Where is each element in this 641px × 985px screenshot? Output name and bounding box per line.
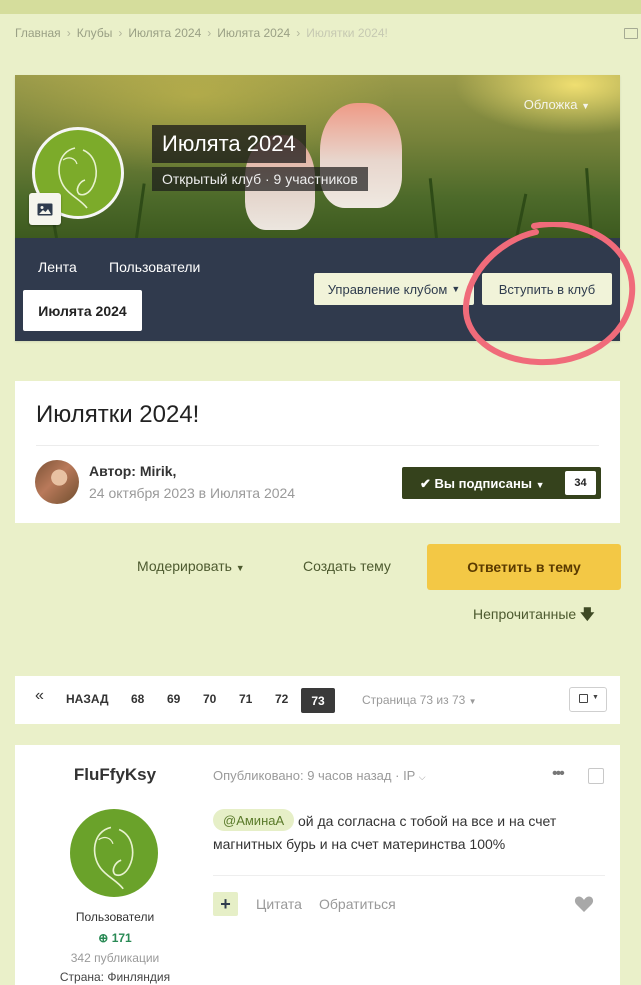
follower-count[interactable]: 34 bbox=[565, 471, 596, 495]
reply-button[interactable]: Ответить в тему bbox=[427, 544, 621, 590]
caret-down-icon: ▼ bbox=[235, 563, 245, 573]
unread-button[interactable]: Непрочитанные 🡇 bbox=[473, 604, 595, 628]
plus-circle-icon: ⊕ bbox=[98, 931, 109, 945]
divider bbox=[213, 875, 605, 876]
club-title: Июлята 2024 bbox=[152, 125, 306, 163]
quote-button[interactable]: Цитата bbox=[256, 896, 302, 912]
topic-date: 24 октября 2023 в Июлята 2024 bbox=[89, 485, 296, 501]
breadcrumb-club[interactable]: Июлята 2024 bbox=[128, 26, 201, 40]
cover-grass bbox=[585, 168, 593, 238]
cover-grass bbox=[428, 178, 438, 238]
follow-label: Вы подписаны bbox=[434, 476, 532, 491]
prev-arrow-icon[interactable]: « bbox=[35, 687, 44, 705]
select-posts-dropdown[interactable]: ▼ bbox=[569, 687, 607, 712]
change-photo-button[interactable] bbox=[29, 193, 61, 225]
cover-grass bbox=[135, 183, 146, 238]
cover-shoe-right bbox=[320, 103, 402, 208]
cover-grass bbox=[515, 193, 528, 238]
breadcrumb-clubs[interactable]: Клубы bbox=[77, 26, 113, 40]
plus-button[interactable]: + bbox=[213, 892, 238, 916]
follow-button[interactable]: ✔ Вы подписаны ▼ 34 bbox=[402, 467, 601, 499]
post-meta: Опубликовано: 9 часов назад · IP ⌵ bbox=[213, 768, 426, 783]
caret-down-icon: ▼ bbox=[468, 697, 477, 706]
page-68[interactable]: 68 bbox=[131, 692, 144, 706]
chevron-right-icon: › bbox=[66, 26, 71, 40]
page-current[interactable]: 73 bbox=[301, 688, 335, 713]
post-author-avatar[interactable] bbox=[70, 809, 158, 897]
moderate-label: Модерировать bbox=[137, 558, 232, 574]
prev-page-button[interactable]: НАЗАД bbox=[66, 692, 109, 706]
chevron-right-icon: › bbox=[118, 26, 123, 40]
author-avatar[interactable] bbox=[35, 460, 79, 504]
post-text-line: магнитных бурь и на счет материнства 100… bbox=[213, 836, 506, 852]
join-club-button[interactable]: Вступить в клуб bbox=[482, 273, 612, 305]
separator-dot: · bbox=[395, 768, 404, 783]
tab-forum[interactable]: Июлята 2024 bbox=[23, 290, 142, 331]
image-icon bbox=[37, 203, 53, 215]
follow-label-wrap: ✔ Вы подписаны ▼ bbox=[420, 476, 544, 492]
separator-dot: · bbox=[264, 171, 274, 187]
post-author-name[interactable]: FluFfyKsy bbox=[15, 765, 215, 785]
topic-title: Июлятки 2024! bbox=[36, 401, 200, 428]
author-name[interactable]: Автор: Mirik, bbox=[89, 463, 176, 479]
post-select-checkbox[interactable] bbox=[588, 768, 604, 784]
cover-button-label: Обложка bbox=[523, 97, 578, 112]
reputation-badge: ⊕ 171 bbox=[15, 931, 215, 945]
pagination: « НАЗАД 68 69 70 71 72 73 Страница 73 из… bbox=[15, 676, 620, 724]
post: FluFfyKsy Пользователи ⊕ 171 342 публика… bbox=[15, 745, 620, 985]
breadcrumb-current: Июлятки 2024! bbox=[306, 26, 388, 40]
chevron-right-icon: › bbox=[207, 26, 212, 40]
page-72[interactable]: 72 bbox=[275, 692, 288, 706]
page-71[interactable]: 71 bbox=[239, 692, 252, 706]
chevron-down-icon: ⌵ bbox=[418, 772, 426, 782]
ip-button[interactable]: IP ⌵ bbox=[403, 768, 426, 783]
more-dots-icon[interactable]: ••• bbox=[552, 765, 565, 783]
ip-label: IP bbox=[403, 768, 416, 783]
page-jump[interactable]: Страница 73 из 73 ▼ bbox=[362, 693, 477, 707]
chevron-right-icon: › bbox=[296, 26, 301, 40]
heart-icon[interactable] bbox=[574, 895, 594, 913]
breadcrumb-forum[interactable]: Июлята 2024 bbox=[217, 26, 290, 40]
caret-down-icon: ▼ bbox=[451, 284, 461, 294]
reputation-value: 171 bbox=[111, 931, 132, 945]
checkbox-icon bbox=[579, 694, 588, 703]
post-count: 342 публикации bbox=[70, 951, 160, 965]
breadcrumb-home[interactable]: Главная bbox=[15, 26, 61, 40]
post-text-line: ой да согласна с тобой на все и на счет bbox=[298, 813, 557, 829]
page-69[interactable]: 69 bbox=[167, 692, 180, 706]
tab-users[interactable]: Пользователи bbox=[109, 259, 200, 275]
club-members[interactable]: 9 участников bbox=[274, 171, 358, 187]
breadcrumb: Главная › Клубы › Июлята 2024 › Июлята 2… bbox=[15, 26, 388, 40]
unread-label: Непрочитанные bbox=[473, 606, 577, 622]
top-bar bbox=[0, 0, 641, 14]
moderate-button[interactable]: Модерировать ▼ bbox=[137, 558, 245, 574]
post-published[interactable]: Опубликовано: 9 часов назад bbox=[213, 768, 391, 783]
user-avatar-icon bbox=[93, 826, 134, 890]
page-info-label: Страница 73 из 73 bbox=[362, 693, 466, 707]
caret-down-icon: ▼ bbox=[581, 101, 590, 111]
rss-icon[interactable] bbox=[624, 28, 638, 39]
caret-down-icon: ▼ bbox=[535, 480, 545, 490]
user-group: Пользователи bbox=[75, 910, 155, 924]
manage-club-label: Управление клубом bbox=[327, 281, 448, 297]
topic-header: Июлятки 2024! Автор: Mirik, 24 октября 2… bbox=[15, 381, 620, 523]
contact-button[interactable]: Обратиться bbox=[319, 896, 396, 912]
page-70[interactable]: 70 bbox=[203, 692, 216, 706]
club-type: Открытый клуб bbox=[162, 171, 262, 187]
check-icon: ✔ bbox=[420, 476, 431, 491]
club-meta: Открытый клуб · 9 участников bbox=[152, 167, 368, 191]
user-mention[interactable]: @АминаА bbox=[213, 809, 295, 831]
caret-down-icon: ▼ bbox=[592, 694, 599, 701]
club-header: Обложка ▼ Июлята 2024 Открытый клуб · 9 … bbox=[15, 75, 620, 341]
manage-club-button[interactable]: Управление клубом ▼ bbox=[314, 273, 474, 305]
tab-feed[interactable]: Лента bbox=[38, 259, 77, 275]
divider bbox=[36, 445, 599, 446]
arrow-down-icon: 🡇 bbox=[580, 606, 595, 622]
create-topic-button[interactable]: Создать тему bbox=[303, 558, 391, 574]
cover-menu-button[interactable]: Обложка ▼ bbox=[524, 97, 590, 112]
